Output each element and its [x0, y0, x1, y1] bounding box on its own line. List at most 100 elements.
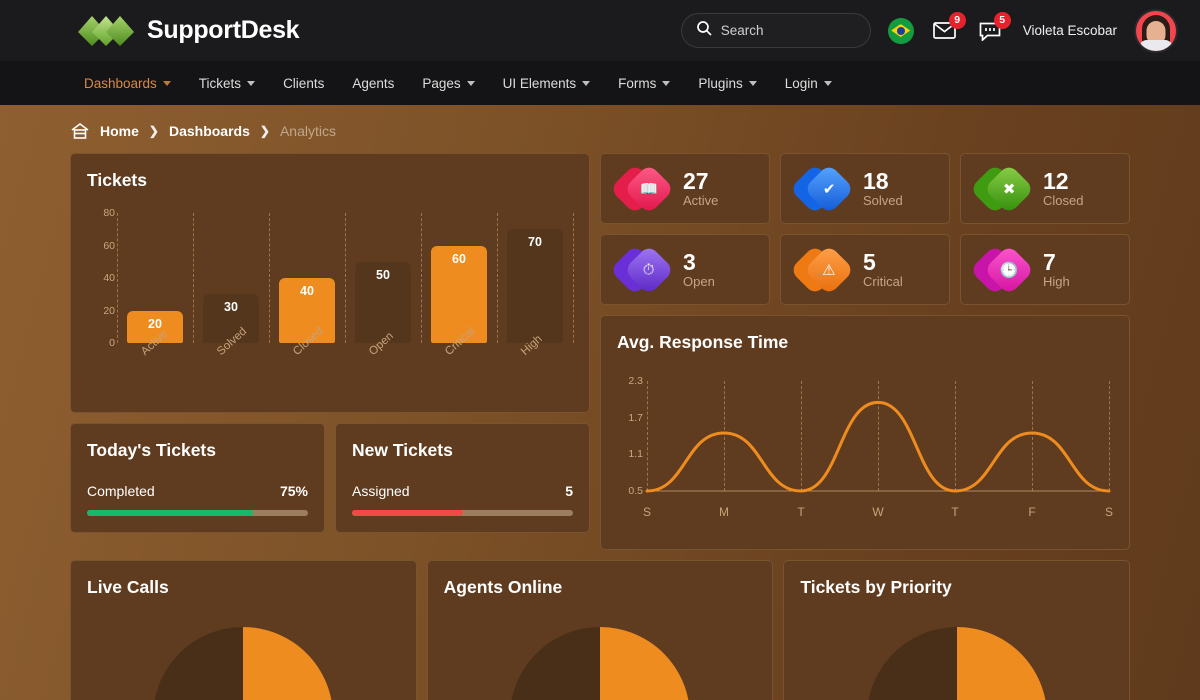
search-placeholder: Search — [720, 23, 764, 38]
bar-gridline — [193, 213, 194, 343]
line-x-tick: S — [1104, 505, 1114, 519]
book-icon: 📖 — [609, 163, 675, 214]
progress-value-completed: 75% — [279, 483, 308, 499]
stat-label: Active — [683, 193, 719, 209]
stat-card-high[interactable]: 🕒 7 High — [960, 234, 1130, 305]
breadcrumb-item-home[interactable]: Home — [100, 123, 139, 139]
pie-chart[interactable] — [867, 627, 1047, 700]
chat-icon[interactable]: 5 — [976, 11, 1011, 45]
close-circle-icon: ✖ — [969, 163, 1035, 214]
breadcrumb-item-dashboards[interactable]: Dashboards — [169, 123, 250, 139]
nav-item-label: Clients — [283, 75, 325, 91]
stat-label: Open — [683, 274, 715, 290]
nav-item-clients[interactable]: Clients — [269, 61, 338, 105]
line-x-tick: T — [951, 505, 959, 519]
line-y-tick: 1.1 — [628, 448, 643, 461]
breadcrumb-current: Analytics — [279, 123, 336, 139]
top-bar: SupportDesk Search 9 5 Violeta Escobar — [0, 0, 1200, 61]
stat-card-solved[interactable]: ✔ 18 Solved — [780, 153, 950, 224]
bar-high[interactable]: 70 — [507, 229, 563, 343]
line-chart-plot: SMTWTFS — [643, 381, 1113, 519]
new-tickets-card: New Tickets Assigned 5 — [335, 423, 590, 533]
card-title: Agents Online — [443, 577, 563, 597]
tickets-bar-chart-card: Tickets 80 60 40 20 0 20 Active 30 Solved 40 Clos… — [70, 153, 590, 413]
bar-critical[interactable]: 60 — [431, 245, 487, 343]
warning-icon: ⚠ — [789, 244, 855, 295]
card-title-new-tickets: New Tickets — [352, 440, 453, 460]
nav-item-label: Dashboards — [84, 75, 157, 91]
pie-cards-row: Live Calls Agents Online Tickets by Priori… — [70, 560, 1131, 700]
brazil-flag-icon[interactable] — [887, 17, 914, 44]
stat-card-active[interactable]: 📖 27 Active — [600, 153, 770, 224]
stat-label: Solved — [863, 193, 903, 209]
stat-card-critical[interactable]: ⚠ 5 Critical — [780, 234, 950, 305]
new-progress: Assigned 5 — [336, 461, 589, 516]
brand-logo[interactable]: SupportDesk — [78, 14, 300, 48]
nav-item-forms[interactable]: Forms — [604, 61, 684, 105]
nav-item-label: Plugins — [698, 75, 743, 91]
progress-fill — [87, 510, 253, 516]
stat-card-open[interactable]: ⏱ 3 Open — [600, 234, 770, 305]
chevron-down-icon — [162, 80, 171, 86]
progress-track — [352, 510, 573, 516]
left-column: Tickets 80 60 40 20 0 20 Active 30 Solved 40 Clos… — [70, 153, 590, 550]
avatar[interactable] — [1134, 8, 1178, 53]
bar-y-tick: 60 — [103, 239, 115, 252]
mail-icon[interactable]: 9 — [931, 11, 966, 45]
nav-item-agents[interactable]: Agents — [338, 61, 408, 105]
chevron-down-icon — [748, 80, 757, 86]
bar-chart-y-axis: 80 60 40 20 0 — [85, 207, 115, 349]
line-y-tick: 1.7 — [628, 411, 643, 424]
nav-item-tickets[interactable]: Tickets — [185, 61, 269, 105]
nav-item-plugins[interactable]: Plugins — [684, 61, 770, 105]
right-column: 📖 27 Active ✔ 18 Solved ✖ 12 Closed ⏱ 3 Open ⚠ 5 Criti… — [600, 153, 1130, 550]
stat-card-closed[interactable]: ✖ 12 Closed — [960, 153, 1130, 224]
breadcrumb-separator: ❯ — [259, 124, 270, 138]
chevron-down-icon — [662, 80, 671, 86]
bar-y-tick: 80 — [103, 207, 115, 219]
nav-item-label: Login — [784, 75, 818, 91]
clock-plus-icon: ⏱ — [609, 244, 675, 295]
pie-chart[interactable] — [510, 627, 690, 700]
stat-value: 5 — [863, 248, 876, 275]
stat-label: High — [1043, 274, 1070, 290]
stat-cards-grid: 📖 27 Active ✔ 18 Solved ✖ 12 Closed ⏱ 3 Open ⚠ 5 Criti… — [600, 153, 1130, 305]
progress-fill — [352, 510, 463, 516]
bar-gridline — [345, 213, 346, 343]
search-input[interactable]: Search — [680, 13, 871, 48]
nav-item-pages[interactable]: Pages — [408, 61, 488, 105]
home-icon[interactable] — [70, 122, 90, 140]
bar-y-tick: 40 — [103, 272, 115, 284]
line-x-tick: F — [1028, 505, 1036, 519]
progress-label-completed: Completed — [87, 483, 155, 499]
stat-label: Critical — [863, 274, 903, 290]
bar-open[interactable]: 50 — [355, 261, 411, 343]
line-gridline — [1109, 381, 1110, 491]
card-title-tickets: Tickets — [87, 170, 147, 190]
nav-item-ui-elements[interactable]: UI Elements — [489, 61, 605, 105]
nav-item-login[interactable]: Login — [771, 61, 846, 105]
line-y-tick: 2.3 — [628, 375, 643, 387]
progress-value-assigned: 5 — [565, 483, 573, 499]
user-name[interactable]: Violeta Escobar — [1023, 23, 1117, 38]
chat-badge: 5 — [993, 11, 1011, 29]
bar-gridline — [117, 213, 118, 343]
app-root: SupportDesk Search 9 5 Violeta Escobar D… — [0, 0, 1200, 700]
breadcrumb-separator: ❯ — [148, 124, 159, 138]
line-x-tick: M — [719, 505, 729, 519]
pie-chart[interactable] — [153, 627, 333, 700]
stat-value: 12 — [1043, 167, 1069, 194]
bar-chart-plot: 20 Active 30 Solved 40 Closed 50 Open 60 Critical… — [117, 213, 575, 358]
nav-item-label: Tickets — [198, 75, 242, 91]
nav-item-dashboards[interactable]: Dashboards — [70, 61, 185, 105]
brand-name: SupportDesk — [147, 16, 300, 44]
tickets-bar-chart: 80 60 40 20 0 20 Active 30 Solved 40 Closed 50 Open… — [85, 207, 575, 403]
line-x-tick: W — [872, 505, 884, 519]
page-body: Home ❯ Dashboards ❯ Analytics Tickets 80… — [0, 105, 1200, 700]
bar-gridline — [573, 213, 574, 343]
clock-icon: 🕒 — [969, 244, 1035, 295]
chevron-down-icon — [247, 80, 256, 86]
card-title-response-time: Avg. Response Time — [617, 332, 789, 352]
todays-tickets-card: Today's Tickets Completed 75% — [70, 423, 325, 533]
bar-y-tick: 0 — [109, 337, 115, 349]
